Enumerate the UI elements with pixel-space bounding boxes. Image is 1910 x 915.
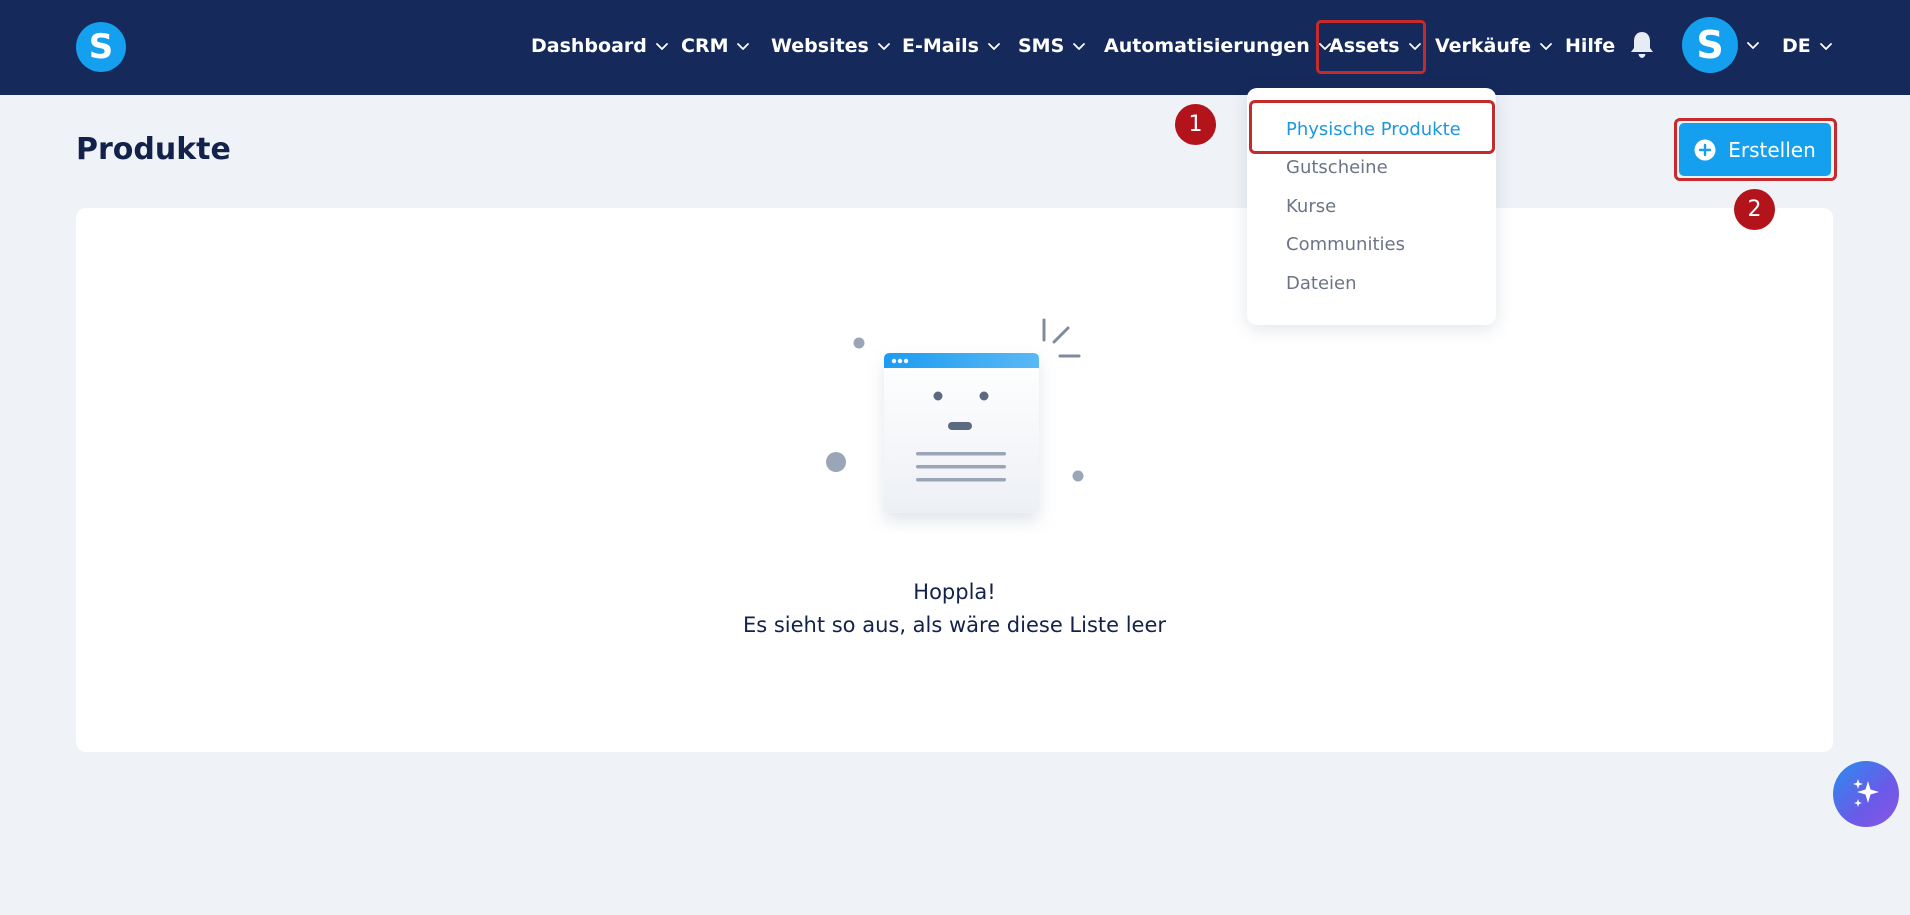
nav-verkaeufe-label: Verkäufe [1435,35,1532,57]
physische-produkte-highlight-box [1249,100,1495,154]
ai-assistant-button[interactable] [1833,761,1899,827]
chevron-down-icon [1817,37,1835,55]
nav-emails-label: E-Mails [902,35,979,57]
nav-verkaeufe[interactable]: Verkäufe [1435,29,1555,63]
nav-websites-label: Websites [771,35,869,57]
nav-sms[interactable]: SMS [1018,29,1088,63]
step-badge-2: 2 [1734,189,1775,230]
nav-crm-label: CRM [681,35,729,57]
avatar[interactable]: S [1682,17,1738,73]
nav-dashboard[interactable]: Dashboard [531,29,671,63]
nav-automatisierungen[interactable]: Automatisierungen [1104,29,1334,63]
create-button-label: Erstellen [1728,137,1816,162]
empty-state-title: Hoppla! [913,580,996,604]
chevron-down-icon [1070,37,1088,55]
nav-dashboard-label: Dashboard [531,35,647,57]
avatar-letter: S [1696,23,1724,67]
nav-emails[interactable]: E-Mails [902,29,1003,63]
logo-letter: S [88,27,114,67]
page-title: Produkte [76,132,231,167]
empty-list-illustration [826,318,1084,513]
chevron-down-icon [875,37,893,55]
dropdown-item-communities[interactable]: Communities [1286,234,1405,255]
nav-automatisierungen-label: Automatisierungen [1104,35,1310,57]
nav-hilfe-label: Hilfe [1565,35,1616,57]
chevron-down-icon [734,37,752,55]
dropdown-item-gutscheine[interactable]: Gutscheine [1286,157,1388,178]
bell-icon[interactable] [1629,30,1655,60]
nav-sms-label: SMS [1018,35,1065,57]
brand-logo[interactable]: S [76,22,126,72]
dropdown-item-dateien[interactable]: Dateien [1286,273,1357,294]
chevron-down-icon[interactable] [1744,36,1762,54]
nav-crm[interactable]: CRM [681,29,752,63]
chevron-down-icon [653,37,671,55]
chevron-down-icon [985,37,1003,55]
step-badge-1: 1 [1175,104,1216,145]
plus-circle-icon [1694,139,1716,160]
assets-highlight-box [1316,20,1426,74]
language-selector[interactable]: DE [1782,29,1835,63]
chevron-down-icon [1537,37,1555,55]
dropdown-item-kurse[interactable]: Kurse [1286,196,1336,217]
top-navigation-bar: S Dashboard CRM Websites E-Mails SMS Aut… [0,0,1910,95]
create-button[interactable]: Erstellen [1679,123,1831,176]
nav-websites[interactable]: Websites [771,29,893,63]
sparkle-icon [1853,779,1879,807]
language-label: DE [1782,35,1811,57]
nav-hilfe[interactable]: Hilfe [1565,29,1615,63]
empty-state-message: Es sieht so aus, als wäre diese Liste le… [742,613,1167,637]
